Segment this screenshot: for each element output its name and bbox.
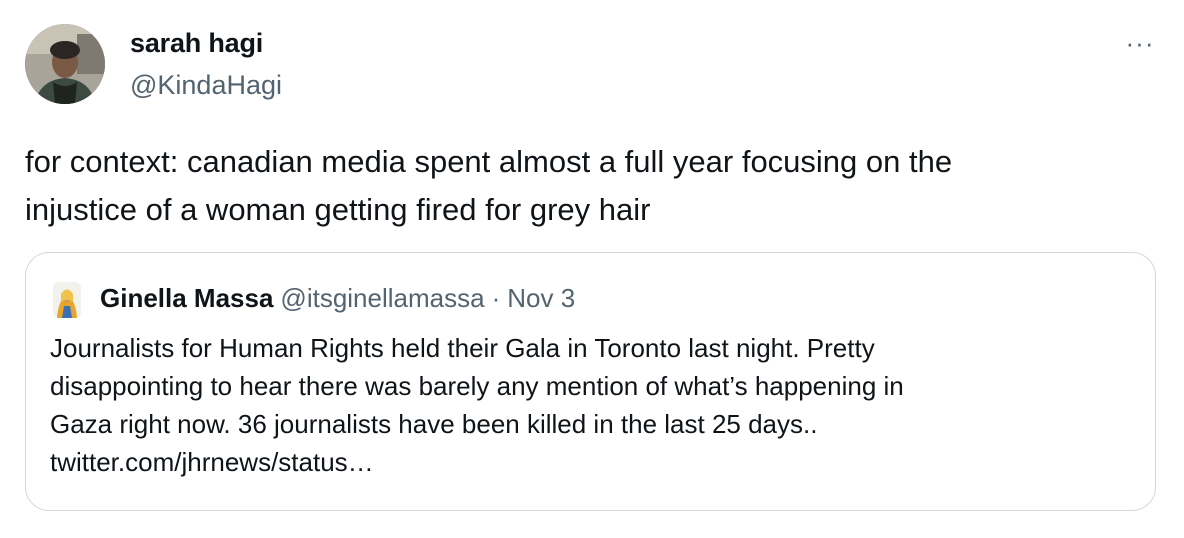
author-avatar-image (25, 24, 105, 104)
quote-separator: · (491, 283, 501, 313)
quoted-tweet-card[interactable]: Ginella Massa @itsginellamassa · Nov 3 J… (25, 252, 1156, 511)
author-handle[interactable]: @KindaHagi (130, 70, 282, 101)
quote-date[interactable]: Nov 3 (507, 283, 575, 314)
quote-link[interactable]: twitter.com/jhrnews/status… (50, 443, 1120, 481)
more-options-button[interactable]: ··· (1118, 28, 1162, 58)
tweet: sarah hagi @KindaHagi ··· for context: c… (0, 0, 1184, 538)
quote-text-line: Gaza right now. 36 journalists have been… (50, 409, 818, 439)
quote-author-avatar[interactable] (53, 282, 81, 318)
author-display-name[interactable]: sarah hagi (130, 28, 263, 59)
quote-header: Ginella Massa @itsginellamassa · Nov 3 (100, 283, 575, 314)
quote-text: Journalists for Human Rights held their … (50, 329, 1120, 481)
quote-author-avatar-image (53, 282, 81, 318)
more-icon: ··· (1125, 27, 1155, 58)
tweet-text: for context: canadian media spent almost… (25, 138, 1145, 234)
tweet-text-line: injustice of a woman getting fired for g… (25, 192, 651, 227)
quote-author-handle[interactable]: @itsginellamassa (280, 283, 484, 314)
quote-author-name[interactable]: Ginella Massa (100, 283, 273, 314)
quote-text-line: Journalists for Human Rights held their … (50, 333, 875, 363)
quote-text-line: disappointing to hear there was barely a… (50, 371, 904, 401)
author-avatar[interactable] (25, 24, 105, 104)
tweet-text-line: for context: canadian media spent almost… (25, 144, 953, 179)
